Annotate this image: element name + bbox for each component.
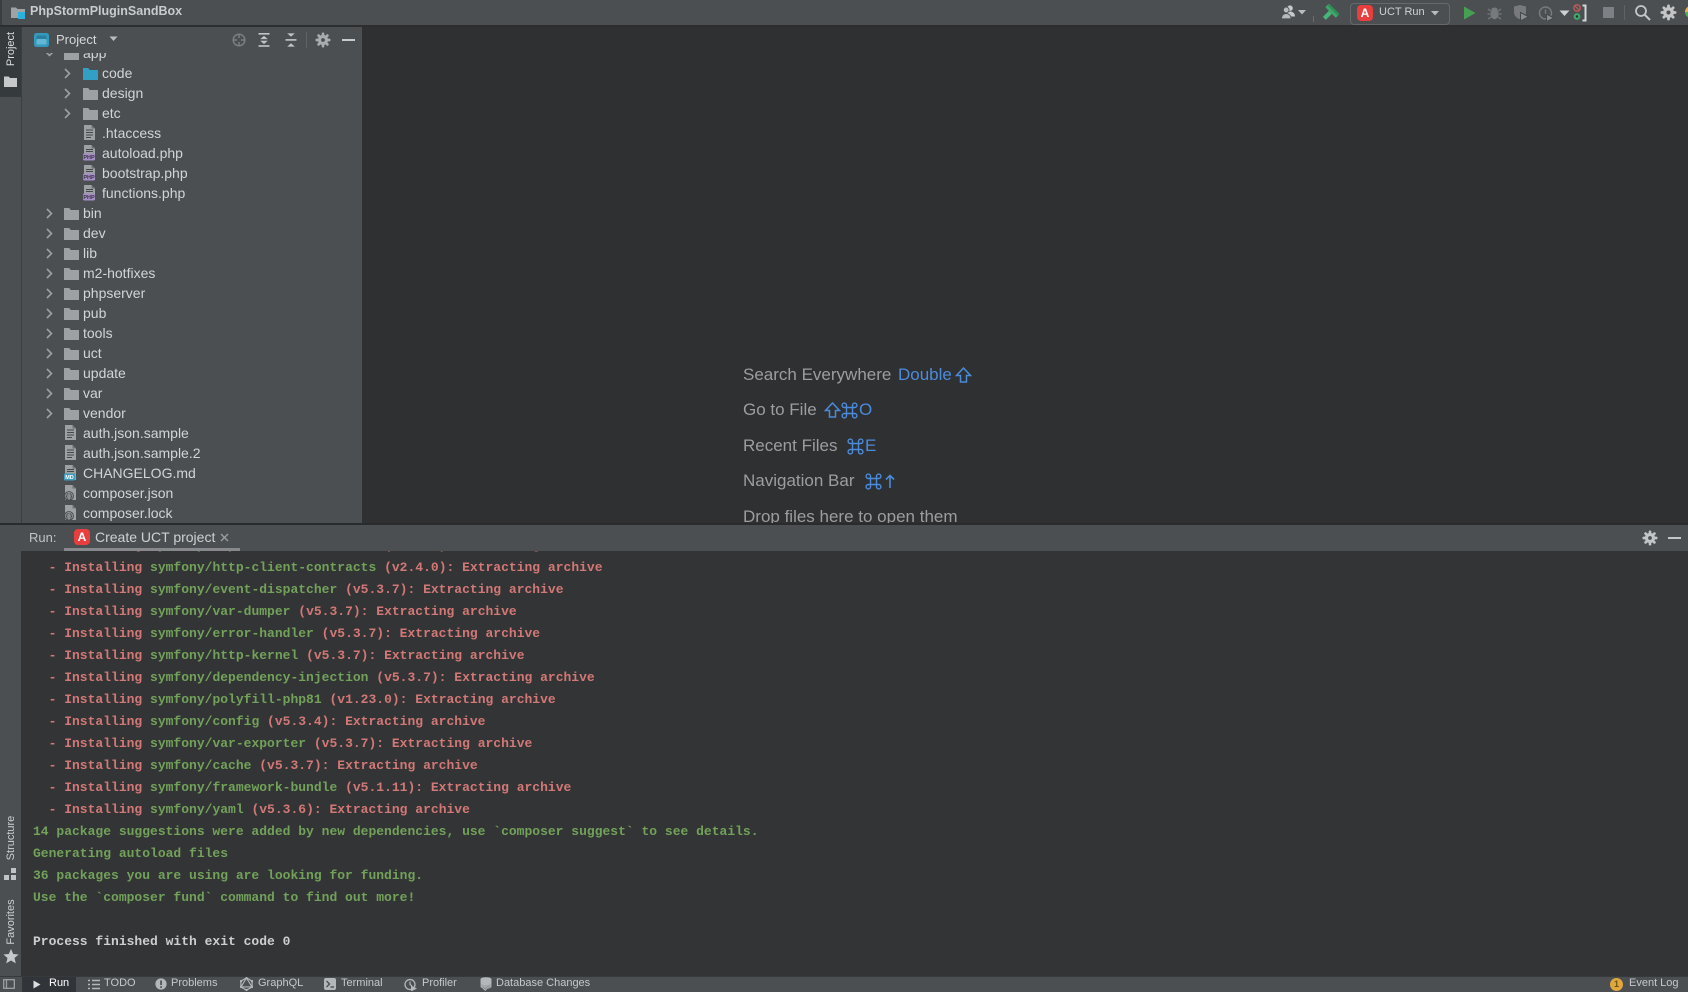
svg-text:{}: {}: [65, 493, 73, 500]
svg-text:{}: {}: [65, 513, 73, 520]
svg-text:MD: MD: [65, 475, 74, 481]
svg-text:PHP: PHP: [83, 195, 95, 201]
svg-text:PHP: PHP: [83, 155, 95, 161]
svg-text:PHP: PHP: [83, 175, 95, 181]
